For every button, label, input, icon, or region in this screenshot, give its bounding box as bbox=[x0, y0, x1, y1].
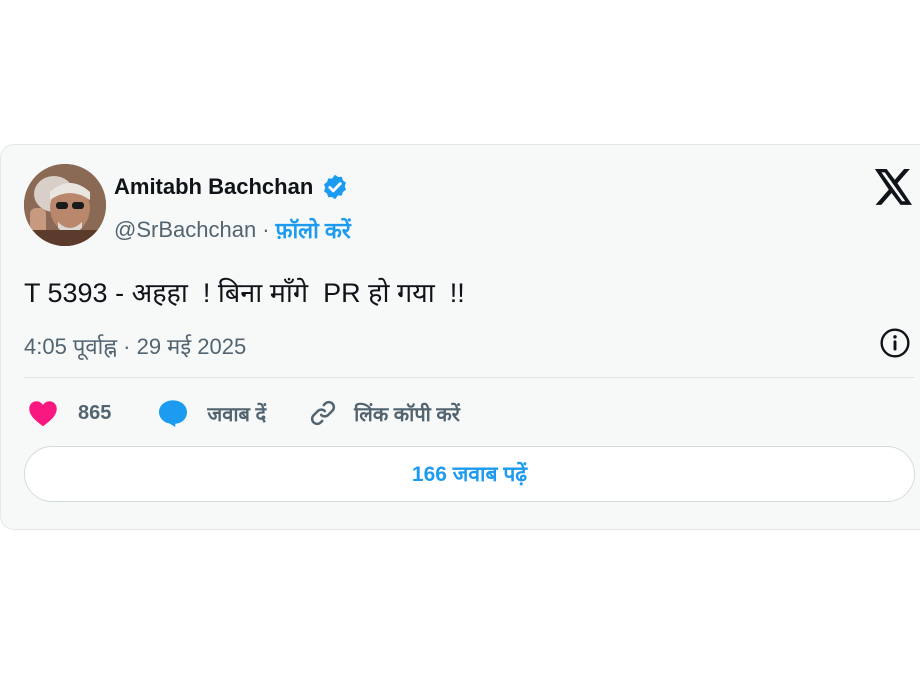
handle-separator: · bbox=[262, 217, 270, 242]
author-name[interactable]: Amitabh Bachchan bbox=[114, 174, 313, 200]
divider bbox=[24, 377, 915, 378]
x-logo-icon[interactable] bbox=[874, 169, 914, 205]
author-handle[interactable]: @SrBachchan bbox=[114, 217, 256, 243]
avatar-photo bbox=[24, 164, 106, 246]
copy-link-button[interactable]: लिंक कॉपी करें bbox=[308, 398, 460, 428]
follow-link[interactable]: फ़ॉलो करें bbox=[276, 215, 351, 245]
tweet-text: T 5393 - अहहा ! बिना माँगे PR हो गया !! bbox=[24, 278, 465, 308]
heart-icon bbox=[29, 401, 57, 427]
reply-bubble-icon bbox=[159, 400, 188, 427]
tweet-timestamp[interactable]: 4:05 पूर्वाह्न · 29 मई 2025 bbox=[24, 331, 246, 361]
verified-badge-icon bbox=[324, 174, 347, 200]
reply-button[interactable]: जवाब दें bbox=[157, 398, 266, 428]
author-handle-row: @SrBachchan · फ़ॉलो करें bbox=[114, 215, 351, 245]
like-count: 865 bbox=[78, 401, 112, 424]
tweet-embed-card: Amitabh Bachchan @SrBachchan · फ़ॉलो करे… bbox=[0, 144, 920, 530]
reply-label: जवाब दें bbox=[207, 403, 267, 426]
info-icon[interactable] bbox=[879, 327, 911, 359]
author-name-row: Amitabh Bachchan bbox=[114, 173, 349, 201]
author-avatar[interactable] bbox=[24, 164, 106, 246]
read-replies-button[interactable]: 166 जवाब पढ़ें bbox=[24, 446, 915, 502]
link-icon bbox=[311, 400, 336, 426]
like-button[interactable]: 865 bbox=[28, 399, 111, 427]
tweet-actions: 865 जवाब दें लिंक कॉपी करें bbox=[28, 395, 460, 431]
copy-link-label: लिंक कॉपी करें bbox=[354, 403, 460, 426]
